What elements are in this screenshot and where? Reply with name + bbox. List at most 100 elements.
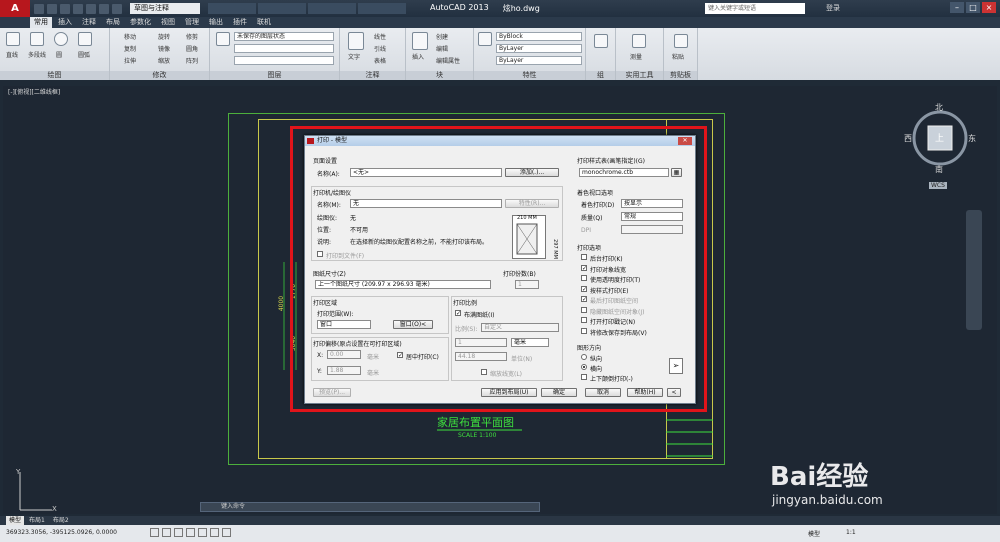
plot-to-file-label: 打印到文件(F) bbox=[326, 253, 365, 260]
add-page-setup-button[interactable]: 添加(.)... bbox=[505, 168, 559, 177]
polar-toggle-icon[interactable] bbox=[186, 528, 195, 537]
plot-style-label: 打印样式表(画笔指定)(G) bbox=[577, 158, 646, 165]
ok-button[interactable]: 确定 bbox=[541, 388, 577, 397]
dialog-title-bar[interactable]: 打印 - 模型 ✕ bbox=[305, 136, 695, 146]
coordinates-readout[interactable]: 369323.3056, -395125.0926, 0.0000 bbox=[6, 529, 117, 536]
dialog-close-button[interactable]: ✕ bbox=[678, 137, 692, 145]
offset-x-unit: 毫米 bbox=[367, 354, 380, 361]
scale-units-input[interactable]: 44.18 bbox=[455, 352, 507, 361]
printer-label: 打印机/绘图仪 bbox=[313, 190, 352, 197]
cancel-button[interactable]: 取消 bbox=[585, 388, 621, 397]
model-space-toggle[interactable]: 模型 bbox=[808, 529, 820, 538]
plot-option-checkbox[interactable] bbox=[581, 254, 587, 260]
apply-to-layout-button[interactable]: 应用到布局(U) bbox=[481, 388, 537, 397]
plot-style-select[interactable]: monochrome.ctb bbox=[579, 168, 669, 177]
page-setup-name-label: 名称(A): bbox=[317, 171, 340, 178]
plot-option-label: 最后打印图纸空间 bbox=[590, 298, 639, 305]
offset-y-input[interactable]: 1.88 bbox=[327, 366, 361, 375]
plotter-value: 无 bbox=[350, 215, 357, 222]
plot-option-checkbox[interactable] bbox=[581, 275, 587, 281]
plot-option-checkbox[interactable] bbox=[581, 327, 587, 334]
south-label[interactable]: 南 bbox=[935, 164, 943, 175]
ortho-toggle-icon[interactable] bbox=[174, 528, 183, 537]
dpi-label: DPI bbox=[581, 227, 592, 234]
page-setup-select[interactable]: <无> bbox=[350, 168, 502, 177]
scale-unit-select[interactable]: 毫米 bbox=[511, 338, 549, 347]
west-label[interactable]: 西 bbox=[904, 133, 912, 144]
center-plot-checkbox[interactable]: ✓ bbox=[397, 352, 403, 359]
tab-layout1[interactable]: 布局1 bbox=[26, 516, 48, 525]
drawing-title: 家居布置平面图 bbox=[437, 416, 514, 429]
dpi-input[interactable] bbox=[621, 225, 683, 234]
tab-model[interactable]: 模型 bbox=[6, 516, 25, 525]
lineweight-toggle-icon[interactable] bbox=[222, 528, 231, 537]
preview-button[interactable]: 预览(P)... bbox=[313, 388, 351, 397]
orientation-preview-icon: ➢ bbox=[669, 358, 683, 374]
ucs-x-label: X bbox=[52, 505, 57, 513]
upside-down-checkbox[interactable] bbox=[581, 374, 587, 380]
wcs-menu[interactable]: WCS bbox=[929, 182, 947, 189]
paper-size-label: 图纸尺寸(Z) bbox=[313, 271, 346, 278]
preview-width-label: 210 MM bbox=[517, 215, 537, 221]
portrait-label: 纵向 bbox=[590, 356, 603, 363]
plot-option-label: 打印对象线宽 bbox=[590, 266, 627, 274]
collapse-button[interactable]: < bbox=[667, 388, 681, 397]
window-button[interactable]: 窗口(O)< bbox=[393, 320, 433, 329]
annotation-scale[interactable]: 1:1 bbox=[846, 529, 856, 536]
printer-select[interactable]: 无 bbox=[350, 199, 502, 208]
east-label[interactable]: 东 bbox=[968, 133, 976, 144]
drafting-toggles bbox=[150, 528, 231, 537]
plot-options-label: 打印选项 bbox=[577, 245, 602, 252]
center-plot-label: 居中打印(C) bbox=[406, 354, 439, 361]
description-value: 在选择新的绘图仪配置名称之前，不能打印该布局。 bbox=[350, 239, 489, 246]
plot-offset-label: 打印偏移(原点设置在可打印区域) bbox=[313, 341, 402, 348]
help-button[interactable]: 帮助(H) bbox=[627, 388, 663, 397]
navigation-bar[interactable] bbox=[966, 210, 982, 330]
plot-area-label: 打印区域 bbox=[313, 300, 338, 307]
plot-option-checkbox[interactable] bbox=[581, 317, 587, 323]
plot-range-select[interactable]: 窗口 bbox=[317, 320, 371, 329]
tab-layout2[interactable]: 布局2 bbox=[50, 516, 72, 525]
top-face-label[interactable]: 上 bbox=[935, 131, 944, 144]
plot-option-checkbox[interactable]: ✓ bbox=[581, 285, 587, 292]
where-value: 不可用 bbox=[350, 227, 369, 234]
plot-scale-label: 打印比例 bbox=[453, 300, 478, 307]
shade-plot-select[interactable]: 按显示 bbox=[621, 199, 683, 208]
osnap-toggle-icon[interactable] bbox=[198, 528, 207, 537]
plot-option-label: 打开打印戳记(N) bbox=[590, 319, 636, 326]
landscape-radio[interactable] bbox=[581, 364, 587, 370]
otrack-toggle-icon[interactable] bbox=[210, 528, 219, 537]
scale-lineweights-checkbox[interactable] bbox=[481, 369, 487, 375]
paper-size-select[interactable]: 上一个图纸尺寸 (209.97 x 296.93 毫米) bbox=[315, 280, 491, 289]
layout-tabs: 模型 布局1 布局2 bbox=[0, 516, 1000, 525]
plot-option-checkbox[interactable]: ✓ bbox=[581, 264, 587, 271]
viewcube[interactable]: 北 南 东 西 上 WCS bbox=[902, 100, 978, 190]
plot-to-file-checkbox[interactable] bbox=[317, 251, 323, 257]
watermark-url: jingyan.baidu.com bbox=[772, 493, 883, 507]
quality-select[interactable]: 常规 bbox=[621, 212, 683, 221]
scale-select[interactable]: 自定义 bbox=[481, 323, 559, 332]
plot-option-label: 使用透明度打印(T) bbox=[590, 277, 641, 284]
edit-plot-style-button[interactable]: ▦ bbox=[671, 168, 682, 177]
plot-range-label: 打印范围(W): bbox=[317, 311, 354, 318]
quality-label: 质量(Q) bbox=[581, 215, 603, 222]
plot-option-checkbox[interactable] bbox=[581, 306, 587, 313]
grid-toggle-icon[interactable] bbox=[162, 528, 171, 537]
where-label: 位置: bbox=[317, 227, 332, 234]
description-label: 说明: bbox=[317, 239, 332, 246]
copies-input[interactable]: 1 bbox=[515, 280, 539, 289]
snap-toggle-icon[interactable] bbox=[150, 528, 159, 537]
scale-value-input[interactable]: 1 bbox=[455, 338, 507, 347]
offset-x-label: X: bbox=[317, 352, 324, 359]
upside-down-label: 上下颠倒打印(-) bbox=[590, 376, 633, 383]
offset-x-input[interactable]: 0.00 bbox=[327, 350, 361, 359]
command-input[interactable]: 键入命令 bbox=[200, 502, 540, 512]
portrait-radio[interactable] bbox=[581, 354, 587, 360]
fit-to-paper-checkbox[interactable]: ✓ bbox=[455, 310, 461, 317]
plot-option-checkbox[interactable]: ✓ bbox=[581, 296, 587, 303]
printer-properties-button[interactable]: 特性(R)... bbox=[505, 199, 559, 208]
printer-name-label: 名称(M): bbox=[317, 202, 341, 209]
fit-to-paper-label: 布满图纸(I) bbox=[464, 312, 495, 319]
north-label[interactable]: 北 bbox=[935, 102, 943, 113]
plot-option-label: 将修改保存到布局(V) bbox=[590, 329, 647, 337]
